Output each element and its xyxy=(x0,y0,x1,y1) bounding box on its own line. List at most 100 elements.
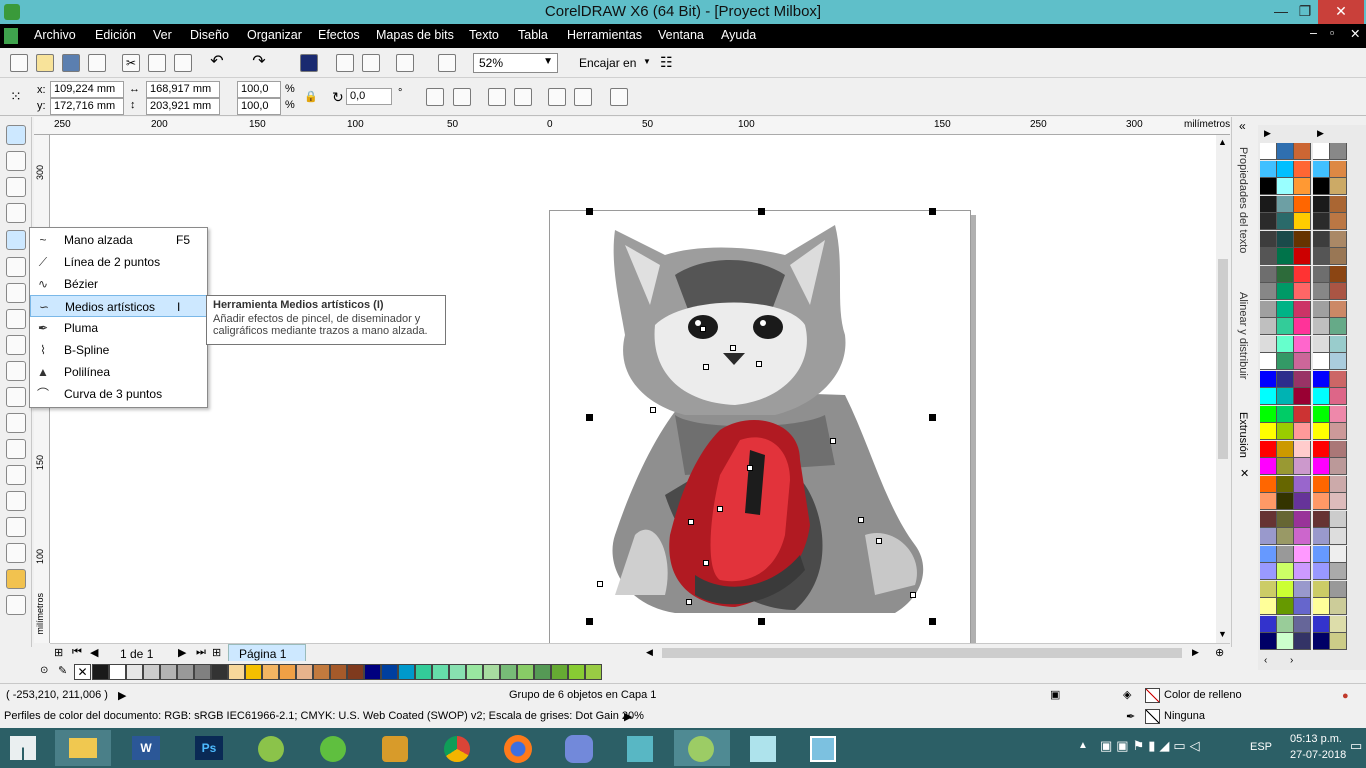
palette-color[interactable] xyxy=(1313,230,1330,248)
palette-color[interactable] xyxy=(1294,195,1311,213)
path-node[interactable] xyxy=(717,506,723,512)
polygon-tool-icon[interactable] xyxy=(6,335,26,355)
palette-color[interactable] xyxy=(1330,633,1347,650)
menu-ventana[interactable]: Ventana xyxy=(658,28,704,42)
palette-color[interactable] xyxy=(1260,265,1277,283)
doc-minimize-button[interactable]: – xyxy=(1310,26,1317,40)
palette-color[interactable] xyxy=(1260,248,1277,265)
palette-color[interactable] xyxy=(1294,493,1311,510)
selection-handle[interactable] xyxy=(929,618,936,625)
palette-color[interactable] xyxy=(1260,230,1277,248)
menu-ayuda[interactable]: Ayuda xyxy=(721,28,756,42)
palette-color[interactable] xyxy=(1260,160,1277,178)
docker-tab-align[interactable]: Alinear y distribuir xyxy=(1235,292,1255,392)
photos-icon[interactable] xyxy=(796,730,852,766)
zoom-tool-icon[interactable] xyxy=(6,203,26,223)
menu-diseno[interactable]: Diseño xyxy=(190,28,229,42)
mirror-horizontal-icon[interactable] xyxy=(426,88,444,106)
pick-tool-icon[interactable] xyxy=(6,125,26,145)
palette-color[interactable] xyxy=(1313,370,1330,388)
palette-color[interactable] xyxy=(1277,510,1294,528)
palette-color[interactable] xyxy=(1313,143,1330,160)
new-document-icon[interactable] xyxy=(10,54,28,72)
collapse-dockers-icon[interactable]: « xyxy=(1239,119,1246,133)
palette-color[interactable] xyxy=(1294,300,1311,318)
path-node[interactable] xyxy=(688,519,694,525)
tray-expand-icon[interactable]: ▲ xyxy=(1078,740,1088,751)
palette-color[interactable] xyxy=(1313,440,1330,458)
corel-photo-icon[interactable] xyxy=(368,730,424,766)
scroll-down-icon[interactable]: ▼ xyxy=(1218,629,1227,639)
palette-color[interactable] xyxy=(1330,388,1347,405)
palette-color[interactable] xyxy=(1294,528,1311,545)
palette-color[interactable] xyxy=(1330,458,1347,475)
options-icon[interactable]: ☷ xyxy=(660,54,678,72)
next-page-icon[interactable]: ▶ xyxy=(178,646,186,659)
save-icon[interactable] xyxy=(62,54,80,72)
docker-tab-text-properties[interactable]: Propiedades del texto xyxy=(1235,147,1255,277)
combine-icon[interactable] xyxy=(548,88,566,106)
app-cubes-icon[interactable] xyxy=(613,730,669,766)
close-docker-icon[interactable]: ✕ xyxy=(1240,467,1249,480)
user-icon[interactable]: ● xyxy=(1342,690,1349,702)
palette-swatch[interactable] xyxy=(568,664,585,680)
menu-edicion[interactable]: Edición xyxy=(95,28,136,42)
search-content-icon[interactable] xyxy=(300,54,318,72)
palette-color[interactable] xyxy=(1313,510,1330,528)
palette-color[interactable] xyxy=(1260,318,1277,335)
palette-color[interactable] xyxy=(1294,633,1311,650)
table-tool-icon[interactable] xyxy=(6,413,26,433)
path-node[interactable] xyxy=(858,517,864,523)
palette-color[interactable] xyxy=(1294,160,1311,178)
basic-shapes-icon[interactable] xyxy=(6,361,26,381)
flyout-item[interactable]: ~ Mano alzada F5 xyxy=(30,229,207,251)
close-button[interactable]: ✕ xyxy=(1318,0,1364,24)
menu-mapas-de-bits[interactable]: Mapas de bits xyxy=(376,28,454,42)
interactive-fill-icon[interactable] xyxy=(6,595,26,615)
hscroll-thumb[interactable] xyxy=(662,648,1182,658)
ellipse-tool-icon[interactable] xyxy=(6,309,26,329)
eyedropper-icon[interactable] xyxy=(6,517,26,537)
palette-color[interactable] xyxy=(1260,580,1277,598)
palette-color[interactable] xyxy=(1294,405,1311,423)
palette-color[interactable] xyxy=(1277,563,1294,580)
palette-menu-icon[interactable]: ⊙ xyxy=(40,665,48,676)
path-node[interactable] xyxy=(700,326,706,332)
palette-swatch[interactable] xyxy=(211,664,228,680)
palette-color[interactable] xyxy=(1330,493,1347,510)
palette-swatch[interactable] xyxy=(500,664,517,680)
palette-color[interactable] xyxy=(1330,528,1347,545)
palette-color[interactable] xyxy=(1277,388,1294,405)
scroll-left-icon[interactable]: ◀ xyxy=(646,647,653,658)
palette-swatch[interactable] xyxy=(381,664,398,680)
palette-color[interactable] xyxy=(1294,353,1311,370)
palette-color[interactable] xyxy=(1260,213,1277,230)
palette-color[interactable] xyxy=(1330,615,1347,633)
fill-tool-icon[interactable] xyxy=(6,569,26,589)
palette-color[interactable] xyxy=(1294,545,1311,563)
group-icon[interactable] xyxy=(488,88,506,106)
windows-start-icon[interactable] xyxy=(10,736,36,760)
palette-swatch[interactable] xyxy=(279,664,296,680)
palette-color[interactable] xyxy=(1313,545,1330,563)
ungroup-icon[interactable] xyxy=(514,88,532,106)
palette-color[interactable] xyxy=(1330,213,1347,230)
crop-tool-icon[interactable] xyxy=(6,177,26,197)
export-icon[interactable] xyxy=(362,54,380,72)
palette-swatch[interactable] xyxy=(296,664,313,680)
palette-swatch[interactable] xyxy=(126,664,143,680)
palette-color[interactable] xyxy=(1277,458,1294,475)
palette-color[interactable] xyxy=(1294,335,1311,353)
palette-color[interactable] xyxy=(1260,195,1277,213)
palette-color[interactable] xyxy=(1294,265,1311,283)
palette-color[interactable] xyxy=(1313,423,1330,440)
palette-swatch[interactable] xyxy=(160,664,177,680)
snap-dropdown-icon[interactable]: ▼ xyxy=(643,57,651,66)
palette-color[interactable] xyxy=(1294,230,1311,248)
palette-color[interactable] xyxy=(1330,598,1347,615)
palette-color[interactable] xyxy=(1260,283,1277,300)
palette-color[interactable] xyxy=(1277,195,1294,213)
menu-efectos[interactable]: Efectos xyxy=(318,28,360,42)
coords-arrow-icon[interactable]: ▶ xyxy=(118,689,126,702)
palette-color[interactable] xyxy=(1330,195,1347,213)
